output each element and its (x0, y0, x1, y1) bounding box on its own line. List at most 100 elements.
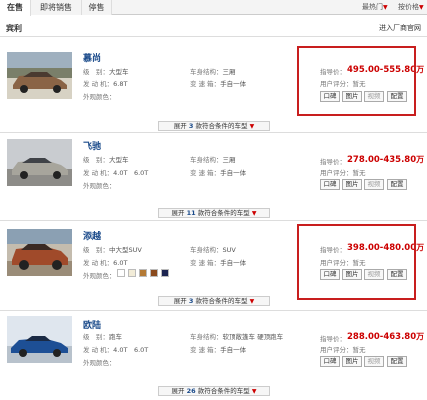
color-swatch[interactable] (117, 269, 125, 277)
config-button[interactable]: 配置 (387, 356, 407, 367)
spec-trans: 变 速 箱：手自一体 (190, 78, 246, 88)
tab-coming-soon[interactable]: 即将销售 (31, 0, 82, 15)
spec-trans-label: 变 速 箱： (190, 169, 221, 177)
price-label: 指导价： (320, 335, 346, 343)
user-rating: 用户评分：暂无 (320, 167, 366, 177)
price-range: 288.00-463.80 (347, 332, 417, 342)
sort-hot-label: 最热门 (362, 3, 383, 11)
chevron-down-icon: ▼ (249, 298, 255, 305)
config-button[interactable]: 配置 (387, 179, 407, 190)
color-swatch[interactable] (139, 269, 147, 277)
spec-color-label: 外观颜色： (83, 272, 116, 280)
spec-trans-value: 手自一体 (220, 169, 247, 177)
brand-name: 宾利 (6, 24, 22, 33)
car-thumbnail[interactable] (7, 316, 72, 363)
video-button[interactable]: 视频 (364, 356, 384, 367)
spec-engine-value: 4.0T 6.0T (113, 346, 149, 354)
spec-trans: 变 速 箱：手自一体 (190, 344, 246, 354)
expand-suffix: 款符合条件的车型 (195, 122, 248, 130)
tab-on-sale[interactable]: 在售 (0, 0, 31, 16)
car-thumbnail[interactable] (7, 229, 72, 276)
spec-body-value: 三厢 (222, 68, 236, 76)
car-name[interactable]: 慕尚 (83, 51, 101, 64)
car-name[interactable]: 飞驰 (83, 139, 101, 152)
spec-level: 级 别：跑车 (83, 331, 122, 341)
expand-count: 26 (186, 387, 196, 395)
expand-prefix: 展开 (173, 122, 187, 130)
pictures-button[interactable]: 图片 (342, 179, 362, 190)
spec-body-value: 软顶敞篷车 硬顶跑车 (222, 333, 284, 341)
spec-level: 级 别：大型车 (83, 66, 129, 76)
spec-level-value: 大型车 (109, 156, 129, 164)
chevron-down-icon: ▼ (251, 210, 257, 217)
sort-price-arrow-icon: ▼ (419, 4, 424, 11)
price-unit: 万 (416, 243, 425, 252)
spec-engine-label: 发 动 机： (83, 80, 114, 88)
spec-trans-label: 变 速 箱： (190, 346, 221, 354)
spec-trans-value: 手自一体 (220, 346, 247, 354)
expand-models-button[interactable]: 展开 26 款符合条件的车型 ▼ (158, 386, 270, 396)
car-thumbnail[interactable] (7, 52, 72, 99)
video-button[interactable]: 视频 (364, 179, 384, 190)
spec-body-label: 车身结构： (190, 333, 223, 341)
price-label: 指导价： (320, 158, 346, 166)
rating-label: 用户评分： (320, 346, 353, 354)
price-value: 288.00-463.80万 (347, 331, 424, 342)
spec-body-value: 三厢 (222, 156, 236, 164)
expand-count: 3 (188, 122, 194, 130)
spec-level: 级 别：中大型SUV (83, 244, 142, 254)
car-thumbnail[interactable] (7, 139, 72, 186)
spec-body-label: 车身结构： (190, 156, 223, 164)
car-photo-icon (7, 139, 72, 186)
spec-engine: 发 动 机：6.0T (83, 257, 127, 267)
official-site-link[interactable]: 进入厂商官网 (379, 23, 421, 33)
spec-body-label: 车身结构： (190, 246, 223, 254)
spec-level-label: 级 别： (83, 246, 109, 254)
spec-engine-label: 发 动 机： (83, 259, 114, 267)
car-name[interactable]: 添越 (83, 229, 101, 242)
car-photo-icon (7, 316, 72, 363)
spec-color-label: 外观颜色： (83, 359, 116, 367)
status-tab-bar: 在售 即将销售 停售 最热门▼ 按价格▼ (0, 0, 427, 16)
spec-level-label: 级 别： (83, 68, 109, 76)
price-unit: 万 (416, 332, 425, 341)
spec-color: 外观颜色： (83, 180, 116, 190)
koubei-button[interactable]: 口碑 (320, 179, 340, 190)
spec-level-label: 级 别： (83, 333, 109, 341)
expand-models-button[interactable]: 展开 11 款符合条件的车型 ▼ (158, 208, 270, 218)
spec-level-value: 跑车 (109, 333, 122, 341)
spec-trans-label: 变 速 箱： (190, 80, 221, 88)
car-photo-icon (7, 52, 72, 99)
tab-discontinued[interactable]: 停售 (82, 0, 112, 15)
spec-color: 外观颜色： (83, 270, 116, 280)
expand-models-button[interactable]: 展开 3 款符合条件的车型 ▼ (158, 296, 270, 306)
price-unit: 万 (416, 155, 425, 164)
price-unit: 万 (416, 65, 425, 74)
pictures-button[interactable]: 图片 (342, 356, 362, 367)
sort-hot-arrow-icon: ▼ (383, 4, 388, 11)
expand-models-button[interactable]: 展开 3 款符合条件的车型 ▼ (158, 121, 270, 131)
spec-color-label: 外观颜色： (83, 93, 116, 101)
expand-count: 3 (188, 297, 194, 305)
koubei-button[interactable]: 口碑 (320, 356, 340, 367)
sort-hot-button[interactable]: 最热门▼ (362, 0, 388, 15)
car-name[interactable]: 欧陆 (83, 318, 101, 331)
spec-trans: 变 速 箱：手自一体 (190, 167, 246, 177)
spec-color-label: 外观颜色： (83, 182, 116, 190)
spec-body-label: 车身结构： (190, 68, 223, 76)
sort-price-button[interactable]: 按价格▼ (398, 0, 424, 15)
color-swatch[interactable] (161, 269, 169, 277)
spec-level-value: 中大型SUV (109, 246, 142, 254)
spec-body: 车身结构：三厢 (190, 66, 236, 76)
spec-engine-value: 6.0T (113, 259, 128, 267)
spec-body: 车身结构：三厢 (190, 154, 236, 164)
expand-suffix: 款符合条件的车型 (195, 297, 248, 305)
color-swatch[interactable] (128, 269, 136, 277)
expand-count: 11 (186, 209, 196, 217)
rating-label: 用户评分： (320, 169, 353, 177)
spec-trans-value: 手自一体 (220, 259, 247, 267)
spec-engine: 发 动 机：4.0T 6.0T (83, 344, 148, 354)
color-swatch[interactable] (150, 269, 158, 277)
spec-body-value: SUV (222, 246, 236, 254)
rating-value: 暂无 (352, 169, 366, 177)
